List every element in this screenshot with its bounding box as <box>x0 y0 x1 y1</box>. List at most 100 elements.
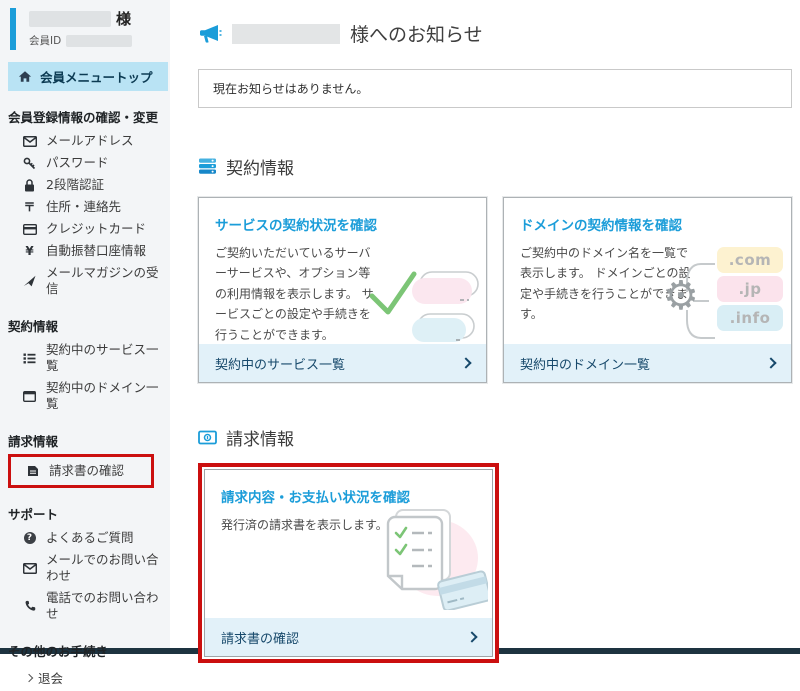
sidebar-item-label: 住所・連絡先 <box>46 199 121 215</box>
domain-badge-jp: .jp <box>717 276 783 302</box>
sidebar-item-faq[interactable]: ? よくあるご質問 <box>0 527 170 549</box>
megaphone-icon <box>198 24 222 44</box>
invoice-highlight-box: 請求書の確認 <box>8 454 154 488</box>
sidebar-item-credit-card[interactable]: クレジットカード <box>0 218 170 240</box>
user-name-suffix: 様 <box>116 8 131 29</box>
redacted-member-id <box>66 35 132 47</box>
notice-box: 現在お知らせはありません。 <box>198 69 792 108</box>
billing-highlight-box: 請求内容・お支払い状況を確認 発行済の請求書を表示します。 <box>198 463 499 663</box>
sidebar-item-label: メールアドレス <box>46 133 134 149</box>
sidebar-item-label: メールマガジンの受信 <box>46 265 170 297</box>
mail-icon <box>22 561 37 575</box>
sidebar-item-label: 退会 <box>38 668 63 687</box>
sidebar-item-mail-magazine[interactable]: メールマガジンの受信 <box>0 262 170 300</box>
sidebar-item-services-list[interactable]: 契約中のサービス一覧 <box>0 339 170 377</box>
notice-heading-text: 様へのお知らせ <box>350 20 483 47</box>
domain-badges-illustration: ⚙ .com .jp .info <box>665 244 783 356</box>
sidebar-item-label: 電話でのお問い合わせ <box>46 590 170 622</box>
list-icon <box>22 351 37 365</box>
redacted-user-name <box>29 11 111 27</box>
invoice-icon <box>25 464 40 478</box>
card-title: サービスの契約状況を確認 <box>215 214 470 234</box>
sidebar-item-label: メールでのお問い合わせ <box>46 552 170 584</box>
sidebar-item-label: クレジットカード <box>46 221 146 237</box>
banknote-icon <box>198 430 217 445</box>
member-id-row: 会員ID <box>29 33 132 48</box>
contract-section-heading: 契約情報 <box>198 154 792 179</box>
invoice-check-link[interactable]: 請求書の確認 <box>205 618 492 656</box>
member-page: 様 会員ID 会員メニュートップ 会員登録情報の確認・変更 メールアドレス <box>0 0 800 648</box>
sidebar-item-label: 契約中のサービス一覧 <box>46 342 170 374</box>
credit-card-icon <box>22 222 37 236</box>
services-list-link[interactable]: 契約中のサービス一覧 <box>199 344 486 382</box>
card-footer-label: 請求書の確認 <box>221 628 299 647</box>
sidebar-section-contract: 契約情報 <box>8 316 164 335</box>
sidebar-item-label: パスワード <box>46 155 109 171</box>
sidebar-item-mail-address[interactable]: メールアドレス <box>0 130 170 152</box>
sidebar-item-invoice-check[interactable]: 請求書の確認 <box>11 460 151 482</box>
sidebar-item-label: よくあるご質問 <box>46 530 134 546</box>
sidebar: 様 会員ID 会員メニュートップ 会員登録情報の確認・変更 メールアドレス <box>0 0 170 648</box>
postal-mark-icon: 〒 <box>22 200 37 214</box>
sidebar-item-member-menu-top[interactable]: 会員メニュートップ <box>8 62 168 91</box>
key-icon <box>22 156 37 170</box>
card-body: ご契約いただいているサーバーサービスや、オプション等の利用情報を表示します。 サ… <box>215 243 375 345</box>
service-checklist-illustration <box>368 256 480 348</box>
card-title: 請求内容・お支払い状況を確認 <box>221 486 476 506</box>
contract-cards: サービスの契約状況を確認 ご契約いただいているサーバーサービスや、オプション等の… <box>198 197 792 383</box>
mail-icon <box>22 134 37 148</box>
sidebar-section-registration: 会員登録情報の確認・変更 <box>8 107 164 126</box>
question-mark: ? <box>24 532 36 544</box>
sidebar-item-auto-debit[interactable]: ¥ 自動振替口座情報 <box>0 240 170 262</box>
chevron-right-icon <box>460 357 471 368</box>
domain-badge-info: .info <box>717 305 783 331</box>
card-footer-label: 契約中のサービス一覧 <box>215 354 345 373</box>
user-name: 様 <box>29 8 132 29</box>
home-icon <box>18 70 32 83</box>
section-title: 請求情報 <box>226 425 294 450</box>
member-id-label: 会員ID <box>29 33 61 48</box>
section-title: 契約情報 <box>226 154 294 179</box>
sidebar-item-phone-contact[interactable]: 電話でのお問い合わせ <box>0 587 170 625</box>
billing-section-heading: 請求情報 <box>198 425 792 450</box>
service-contract-card: サービスの契約状況を確認 ご契約いただいているサーバーサービスや、オプション等の… <box>198 197 487 383</box>
sidebar-item-label: 請求書の確認 <box>49 463 124 479</box>
sidebar-item-label: 自動振替口座情報 <box>46 243 146 259</box>
sidebar-item-withdraw[interactable]: 退会 <box>0 664 170 691</box>
gear-icon: ⚙ <box>663 276 699 316</box>
invoice-illustration <box>372 506 488 610</box>
sidebar-item-label: 会員メニュートップ <box>40 67 153 86</box>
chevron-right-icon <box>765 357 776 368</box>
sidebar-section-billing: 請求情報 <box>8 431 164 450</box>
sidebar-section-support: サポート <box>8 504 164 523</box>
chevron-right-icon <box>466 631 477 642</box>
sidebar-item-password[interactable]: パスワード <box>0 152 170 174</box>
main-content: 様へのお知らせ 現在お知らせはありません。 契約情報 サービスの契約状況を確認 … <box>170 0 800 648</box>
sidebar-section-other: その他のお手続き <box>8 641 164 660</box>
question-icon: ? <box>22 531 37 545</box>
domain-contract-card: ドメインの契約情報を確認 ご契約中のドメイン名を一覧で表示します。 ドメインごと… <box>503 197 792 383</box>
redacted-user-name <box>232 24 340 44</box>
sidebar-item-two-factor[interactable]: 2段階認証 <box>0 174 170 196</box>
domain-badge-com: .com <box>717 247 783 273</box>
send-icon <box>22 274 37 288</box>
card-footer-label: 契約中のドメイン一覧 <box>520 354 650 373</box>
billing-card: 請求内容・お支払い状況を確認 発行済の請求書を表示します。 <box>204 469 493 657</box>
browser-window-icon <box>22 389 37 403</box>
user-block: 様 会員ID <box>0 8 170 50</box>
accent-bar <box>10 8 16 50</box>
notice-empty-text: 現在お知らせはありません。 <box>213 82 368 96</box>
sidebar-item-label: 2段階認証 <box>46 177 104 193</box>
card-body: 発行済の請求書を表示します。 <box>221 515 396 535</box>
notice-heading: 様へのお知らせ <box>198 20 792 47</box>
chevron-right-icon <box>25 673 33 681</box>
sidebar-item-domains-list[interactable]: 契約中のドメイン一覧 <box>0 377 170 415</box>
sidebar-item-mail-contact[interactable]: メールでのお問い合わせ <box>0 549 170 587</box>
card-title: ドメインの契約情報を確認 <box>520 214 775 234</box>
lock-icon <box>22 178 37 192</box>
yen-icon: ¥ <box>22 244 37 258</box>
sidebar-item-address-contact[interactable]: 〒 住所・連絡先 <box>0 196 170 218</box>
server-stack-icon <box>198 158 217 175</box>
domains-list-link[interactable]: 契約中のドメイン一覧 <box>504 344 791 382</box>
sidebar-item-label: 契約中のドメイン一覧 <box>46 380 170 412</box>
